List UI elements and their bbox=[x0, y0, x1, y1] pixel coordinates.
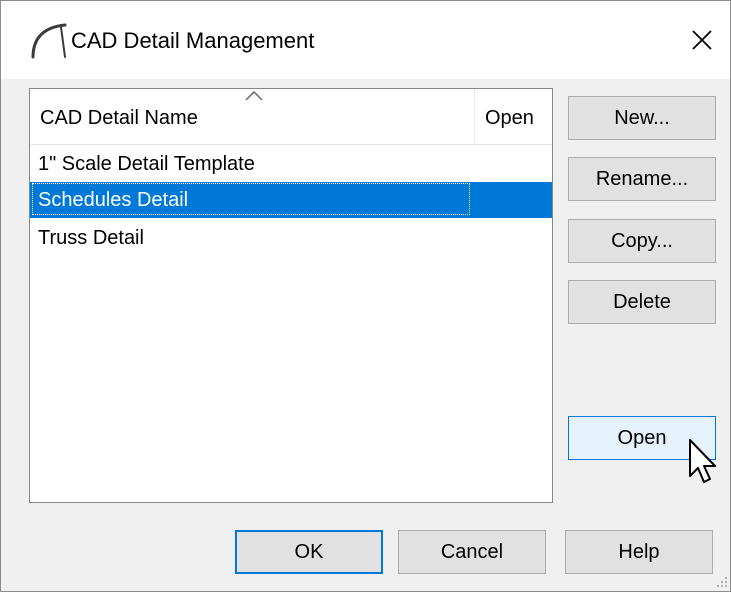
window-title: CAD Detail Management bbox=[71, 28, 315, 53]
delete-button[interactable]: Delete bbox=[568, 280, 716, 324]
mouse-pointer-icon bbox=[689, 439, 716, 483]
column-header-name-label: CAD Detail Name bbox=[40, 107, 198, 129]
arc-icon bbox=[31, 23, 67, 59]
list-item[interactable]: 1" Scale Detail Template bbox=[30, 146, 552, 182]
close-icon[interactable] bbox=[689, 27, 715, 53]
column-header-name[interactable]: CAD Detail Name bbox=[30, 89, 475, 144]
copy-button[interactable]: Copy... bbox=[568, 219, 716, 263]
list-item[interactable]: Truss Detail bbox=[30, 220, 552, 256]
column-header-open[interactable]: Open bbox=[475, 89, 552, 144]
help-button[interactable]: Help bbox=[565, 530, 713, 574]
cad-detail-management-dialog: CAD Detail Management CAD Detail Name Op… bbox=[0, 0, 731, 592]
ok-button[interactable]: OK bbox=[235, 530, 383, 574]
column-header-open-label: Open bbox=[485, 107, 534, 129]
sort-ascending-icon bbox=[245, 91, 263, 101]
new-button[interactable]: New... bbox=[568, 96, 716, 140]
title-bar[interactable]: CAD Detail Management bbox=[1, 1, 730, 79]
list-header: CAD Detail Name Open bbox=[30, 89, 552, 145]
resize-grip-icon[interactable] bbox=[713, 573, 729, 589]
list-item-name: 1" Scale Detail Template bbox=[38, 153, 255, 175]
list-item-selected[interactable]: Schedules Detail bbox=[30, 182, 552, 218]
cancel-button[interactable]: Cancel bbox=[398, 530, 546, 574]
list-item-name: Schedules Detail bbox=[38, 189, 189, 211]
rename-button[interactable]: Rename... bbox=[568, 157, 716, 201]
list-item-name: Truss Detail bbox=[38, 227, 144, 249]
cad-detail-list[interactable]: CAD Detail Name Open 1" Scale Detail Tem… bbox=[29, 88, 553, 503]
